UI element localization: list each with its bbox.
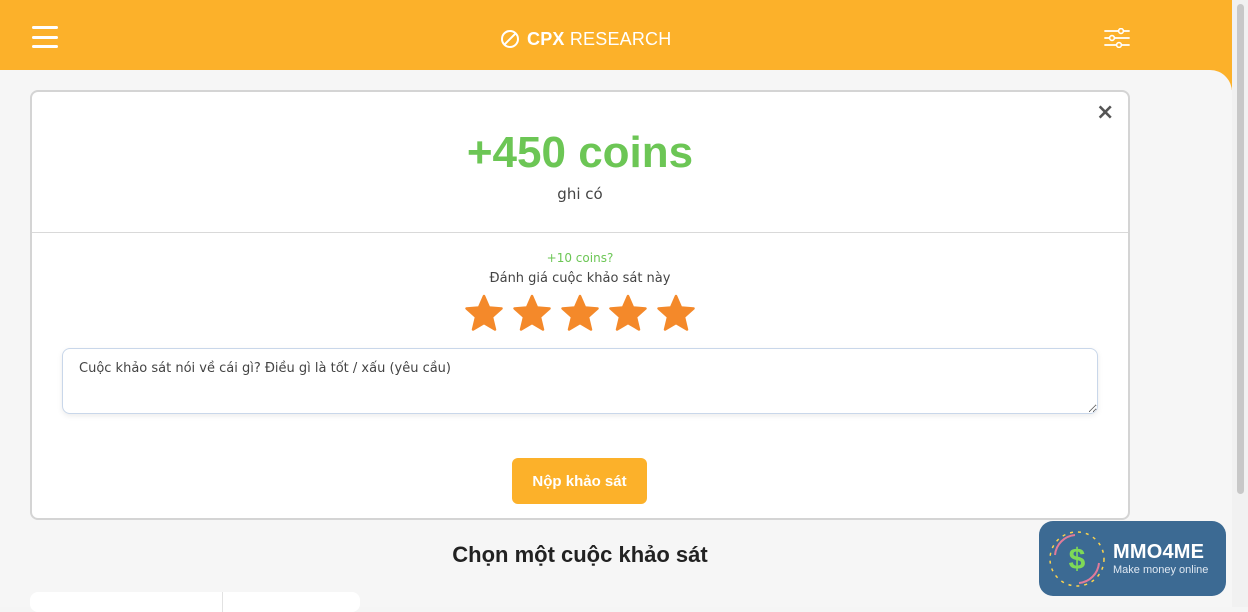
brand-name: CPX RESEARCH: [527, 29, 671, 50]
scrollbar[interactable]: [1232, 0, 1248, 607]
hamburger-icon[interactable]: [32, 26, 58, 48]
star-icon[interactable]: [512, 293, 552, 333]
star-icon[interactable]: [464, 293, 504, 333]
survey-complete-modal: × +450 coins ghi có +10 coins? Đánh giá …: [30, 90, 1130, 520]
credited-label: ghi có: [557, 185, 603, 203]
star-icon[interactable]: [608, 293, 648, 333]
cpx-logo-icon: [501, 30, 519, 48]
watermark-text: MMO4ME Make money online: [1113, 541, 1208, 576]
star-icon[interactable]: [560, 293, 600, 333]
dollar-coin-icon: $: [1049, 530, 1105, 587]
watermark-subtitle: Make money online: [1113, 564, 1209, 576]
watermark-title: MMO4ME: [1113, 541, 1205, 563]
brand-name-bold: CPX: [527, 28, 565, 49]
submit-survey-button[interactable]: Nộp khảo sát: [512, 458, 647, 504]
modal-divider: [32, 232, 1128, 233]
brand-logo[interactable]: CPX RESEARCH: [500, 26, 671, 52]
bonus-coins-label: +10 coins?: [546, 251, 614, 265]
scrollbar-thumb[interactable]: [1237, 4, 1244, 494]
mmo4me-watermark: $ MMO4ME Make money online: [1039, 521, 1226, 596]
star-rating: [32, 293, 1128, 333]
survey-comment-input[interactable]: [62, 348, 1098, 414]
coins-credited: +450 coins: [466, 128, 694, 177]
section-title: Chọn một cuộc khảo sát: [452, 542, 708, 567]
rate-survey-label: Đánh giá cuộc khảo sát này: [489, 271, 671, 286]
close-icon[interactable]: ×: [1096, 102, 1114, 124]
sliders-icon[interactable]: [1104, 28, 1130, 48]
star-icon[interactable]: [656, 293, 696, 333]
survey-card[interactable]: [30, 592, 360, 612]
svg-text:$: $: [1069, 543, 1086, 576]
card-divider: [222, 592, 223, 612]
brand-name-light: RESEARCH: [569, 28, 672, 49]
